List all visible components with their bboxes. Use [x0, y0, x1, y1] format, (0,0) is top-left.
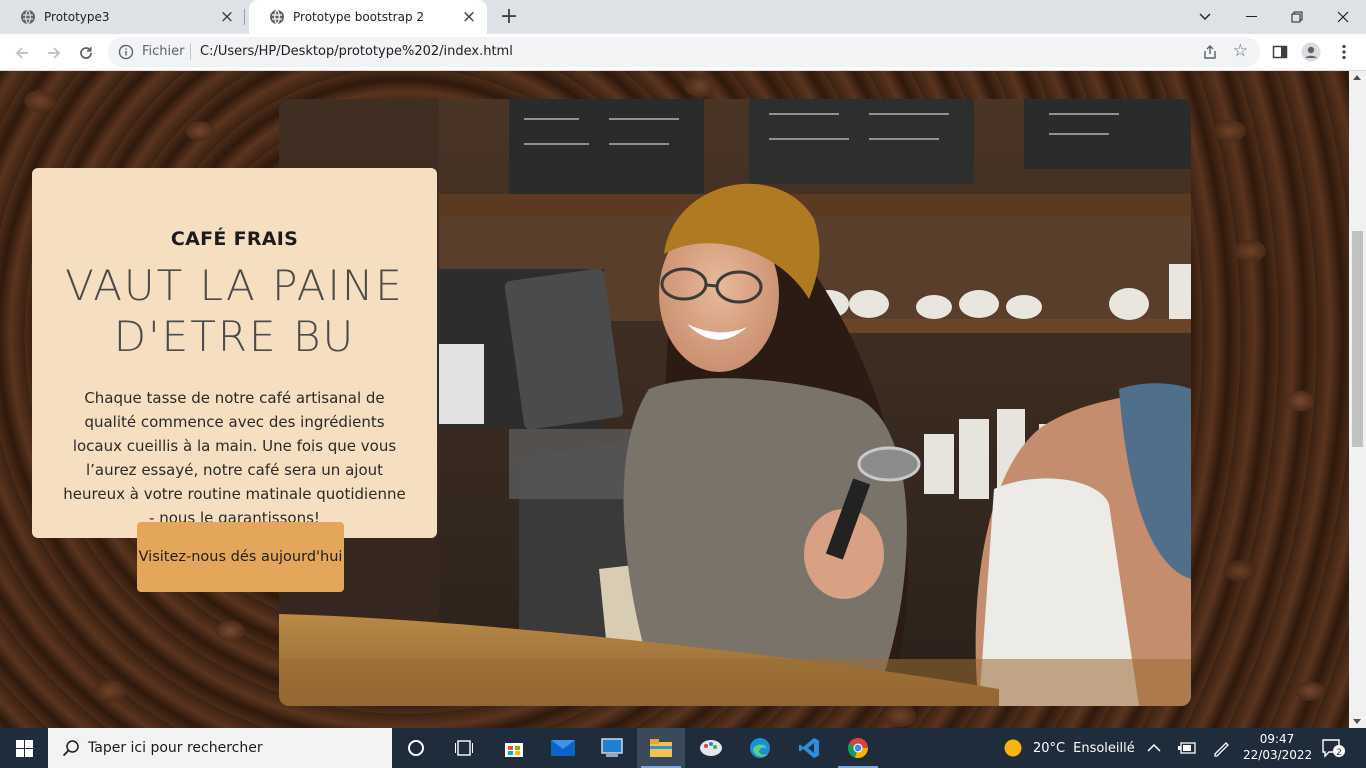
minimize-button[interactable] [1228, 0, 1274, 34]
search-icon [62, 740, 79, 757]
tab-prototype3[interactable]: Prototype3 × [0, 0, 245, 34]
share-icon[interactable] [1202, 44, 1218, 60]
hero-text-card: CAFÉ FRAIS VAUT LA PAINE D'ETRE BU Chaqu… [32, 168, 437, 538]
notification-count: 2 [1336, 748, 1342, 758]
start-button[interactable] [0, 728, 48, 768]
windows-taskbar: Taper ici pour rechercher 20°C Ensoleill… [0, 728, 1366, 768]
forward-arrow-icon [48, 47, 61, 59]
forward-button[interactable] [40, 39, 68, 67]
battery-icon[interactable] [1178, 728, 1196, 768]
browser-toolbar: Fichier C:/Users/HP/Desktop/prototype%20… [0, 34, 1366, 71]
vscode-icon[interactable] [785, 728, 833, 768]
hero-headline-line-2: D'ETRE BU [113, 312, 356, 361]
reload-button[interactable] [72, 39, 100, 67]
sun-icon [1004, 739, 1022, 757]
close-window-button[interactable] [1320, 0, 1366, 34]
close-icon[interactable]: × [219, 9, 235, 26]
scroll-down-arrow-icon[interactable] [1353, 719, 1361, 724]
scroll-up-arrow-icon[interactable] [1353, 75, 1361, 80]
url-text[interactable]: C:/Users/HP/Desktop/prototype%202/index.… [200, 44, 513, 59]
file-explorer-icon[interactable] [637, 728, 685, 768]
back-button[interactable] [8, 39, 36, 67]
clock-date: 22/03/2022 [1243, 748, 1313, 762]
visit-us-button[interactable]: Visitez-nous dés aujourd'hui [137, 522, 344, 592]
scrollbar-thumb[interactable] [1352, 231, 1363, 447]
paint-icon[interactable] [687, 728, 735, 768]
show-hidden-icons-chevron-icon[interactable] [1147, 728, 1161, 768]
hero-headline: VAUT LA PAINE D'ETRE BU [32, 260, 437, 362]
scheme-label: Fichier [142, 44, 185, 59]
back-arrow-icon [15, 47, 28, 59]
task-view-icon[interactable] [440, 728, 488, 768]
tab-search-chevron-icon[interactable] [1182, 0, 1228, 34]
tab-strip: Prototype3 × Prototype bootstrap 2 × + [0, 0, 1366, 34]
edge-browser-icon[interactable] [736, 728, 784, 768]
globe-icon [270, 9, 284, 25]
address-bar[interactable]: Fichier C:/Users/HP/Desktop/prototype%20… [108, 37, 1260, 67]
clock-time: 09:47 [1259, 732, 1295, 746]
hero-subtitle: CAFÉ FRAIS [170, 228, 299, 250]
reload-icon [80, 47, 92, 59]
notification-center-icon[interactable]: 2 [1322, 738, 1346, 758]
bookmark-star-icon[interactable]: ☆ [1233, 41, 1248, 61]
hero-paragraph: Chaque tasse de notre café artisanal de … [63, 389, 406, 527]
control-panel-icon[interactable] [588, 728, 636, 768]
pen-workspace-icon[interactable] [1212, 728, 1230, 768]
windows-logo-icon [15, 739, 33, 757]
info-icon[interactable] [118, 44, 134, 60]
tab-title: Prototype3 [44, 10, 110, 24]
weather-temp: 20°C [1033, 740, 1066, 756]
weather-condition: Ensoleillé [1073, 740, 1135, 756]
page-content: CAFÉ FRAIS VAUT LA PAINE D'ETRE BU Chaqu… [0, 71, 1349, 728]
side-panel-icon[interactable] [1270, 42, 1290, 62]
menu-kebab-icon[interactable] [1334, 42, 1354, 62]
search-placeholder: Taper ici pour rechercher [88, 740, 263, 756]
divider [190, 44, 191, 60]
restore-button[interactable] [1274, 0, 1320, 34]
page-scrollbar[interactable] [1349, 71, 1366, 728]
cortana-icon[interactable] [392, 728, 440, 768]
weather-widget[interactable]: 20°C Ensoleillé [1003, 728, 1135, 768]
microsoft-store-icon[interactable] [490, 728, 538, 768]
new-tab-button[interactable]: + [498, 6, 520, 28]
tab-prototype-bootstrap-2[interactable]: Prototype bootstrap 2 × [249, 0, 487, 34]
tab-title: Prototype bootstrap 2 [293, 10, 425, 24]
taskbar-search-box[interactable]: Taper ici pour rechercher [48, 728, 392, 768]
chrome-icon[interactable] [834, 728, 882, 768]
globe-icon [21, 9, 35, 25]
hero-headline-line-1: VAUT LA PAINE [65, 261, 404, 310]
close-icon[interactable]: × [461, 9, 477, 26]
taskbar-clock[interactable]: 09:47 22/03/2022 [1243, 731, 1313, 763]
profile-avatar-icon[interactable] [1301, 42, 1321, 62]
mail-icon[interactable] [539, 728, 587, 768]
